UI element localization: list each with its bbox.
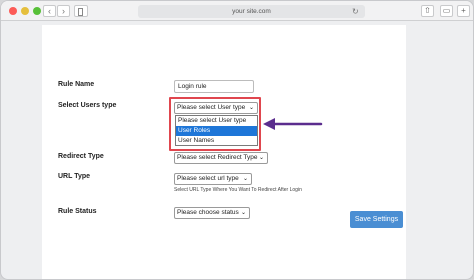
redirect-type-select[interactable]: Please select Redirect Type ⌄ bbox=[174, 152, 268, 164]
url-type-selected: Please select url type bbox=[177, 175, 239, 182]
chevron-down-icon: ⌄ bbox=[242, 176, 248, 182]
url-type-select[interactable]: Please select url type ⌄ bbox=[174, 173, 252, 185]
pointer-arrow-icon bbox=[263, 118, 323, 130]
users-type-dropdown[interactable]: Please select User type User Roles User … bbox=[175, 115, 258, 146]
chevron-down-icon: ⌄ bbox=[258, 155, 264, 161]
users-type-option-selected[interactable]: User Roles bbox=[176, 126, 257, 136]
rule-status-label: Rule Status bbox=[58, 208, 97, 215]
users-type-selected: Please select User type bbox=[177, 104, 246, 111]
reload-icon[interactable]: ↻ bbox=[352, 5, 359, 18]
users-type-option[interactable]: Please select User type bbox=[176, 116, 257, 126]
redirect-type-selected: Please select Redirect Type bbox=[177, 154, 258, 161]
browser-window: ‹ › your site.com ↻ ⇧ ▭ + Rule Name Logi… bbox=[0, 0, 474, 280]
close-window-button[interactable] bbox=[9, 7, 17, 15]
users-type-label: Select Users type bbox=[58, 102, 117, 109]
url-type-hint: Select URL Type Where You Want To Redire… bbox=[174, 187, 302, 193]
url-type-label: URL Type bbox=[58, 173, 91, 180]
chevron-down-icon: ⌄ bbox=[240, 210, 246, 216]
rule-status-selected: Please choose status bbox=[177, 209, 239, 216]
minimize-window-button[interactable] bbox=[21, 7, 29, 15]
sidebar-icon[interactable] bbox=[74, 5, 88, 17]
share-icon[interactable]: ⇧ bbox=[421, 5, 434, 17]
browser-toolbar: ‹ › your site.com ↻ ⇧ ▭ + bbox=[1, 1, 473, 21]
users-type-option[interactable]: User Names bbox=[176, 136, 257, 146]
rule-name-input[interactable]: Login rule bbox=[174, 80, 254, 93]
back-icon[interactable]: ‹ bbox=[43, 5, 56, 17]
zoom-window-button[interactable] bbox=[33, 7, 41, 15]
forward-icon[interactable]: › bbox=[57, 5, 70, 17]
address-bar[interactable]: your site.com bbox=[138, 5, 365, 18]
users-type-select[interactable]: Please select User type ⌄ bbox=[174, 102, 258, 114]
chevron-down-icon: ⌄ bbox=[248, 105, 254, 111]
rule-status-select[interactable]: Please choose status ⌄ bbox=[174, 207, 250, 219]
tabs-overview-icon[interactable]: ▭ bbox=[440, 5, 453, 17]
rule-name-label: Rule Name bbox=[58, 81, 95, 88]
redirect-type-label: Redirect Type bbox=[58, 153, 104, 160]
new-tab-icon[interactable]: + bbox=[457, 5, 470, 17]
save-settings-button[interactable]: Save Settings bbox=[350, 211, 403, 228]
